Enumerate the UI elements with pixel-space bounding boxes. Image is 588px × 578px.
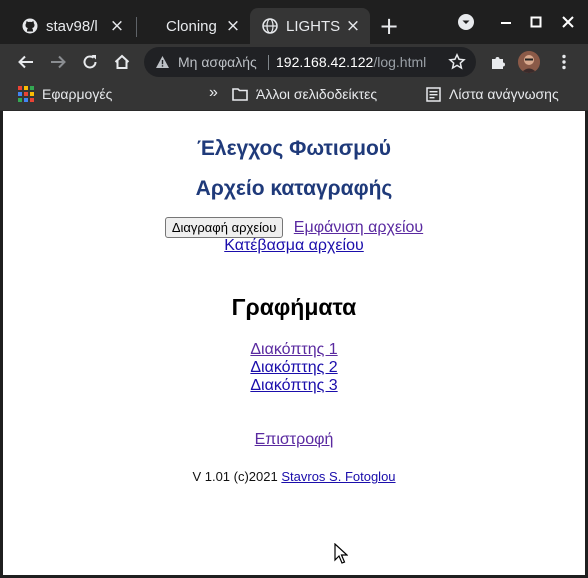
divider <box>268 55 269 70</box>
maximize-icon <box>530 16 542 28</box>
chevron-down-icon <box>458 14 474 30</box>
close-icon[interactable]: × <box>108 17 126 35</box>
github-icon <box>22 18 38 34</box>
back-row: Επιστροφή <box>3 431 585 449</box>
url-text[interactable]: 192.168.42.122/log.html <box>276 54 426 70</box>
close-icon[interactable]: × <box>224 17 242 35</box>
address-bar[interactable]: Μη ασφαλής 192.168.42.122/log.html <box>144 47 476 77</box>
tab-github[interactable]: stav98/l × <box>10 8 134 44</box>
tab-lights[interactable]: LIGHTS × <box>250 8 370 44</box>
footer-version: V 1.01 (c)2021 <box>192 469 278 484</box>
bookmark-label: Εφαρμογές <box>42 86 113 102</box>
reading-list[interactable]: Λίστα ανάγνωσης <box>426 86 559 102</box>
reading-list-icon <box>426 86 441 102</box>
tab-title: LIGHTS <box>286 17 341 35</box>
security-label[interactable]: Μη ασφαλής <box>178 54 257 70</box>
extensions-button[interactable] <box>486 50 510 74</box>
reload-button[interactable] <box>78 50 102 74</box>
switch-3-link[interactable]: Διακόπτης 3 <box>250 377 337 394</box>
tab-separator <box>136 17 137 37</box>
download-row: Κατέβασμα αρχείου <box>3 237 585 255</box>
puzzle-icon <box>492 57 505 69</box>
tab-cloning[interactable]: Cloning × <box>138 8 250 44</box>
switch-2-link[interactable]: Διακόπτης 2 <box>250 359 337 376</box>
warning-icon <box>156 56 169 68</box>
download-file-link[interactable]: Κατέβασμα αρχείου <box>224 237 364 254</box>
switch-1-link[interactable]: Διακόπτης 1 <box>250 341 337 358</box>
apps-grid-icon <box>18 86 34 102</box>
bookmarks-overflow-button[interactable]: » <box>209 84 218 102</box>
forward-button[interactable] <box>46 50 70 74</box>
page-title: Έλεγχος Φωτισμού <box>196 137 391 160</box>
bookmarks-bar: Εφαρμογές » Άλλοι σελιδοδείκτες Λίστα αν… <box>0 80 588 111</box>
more-vert-icon <box>562 54 566 70</box>
profile-icon <box>518 51 540 73</box>
star-icon[interactable] <box>448 53 466 71</box>
minimize-button[interactable] <box>496 12 516 32</box>
tab-search-button[interactable] <box>456 12 476 32</box>
show-file-link[interactable]: Εμφάνιση αρχείου <box>294 219 423 236</box>
close-icon <box>562 16 574 28</box>
mouse-cursor-icon <box>334 543 348 564</box>
globe-icon <box>262 18 278 34</box>
file-actions-row: Διαγραφή αρχείου Εμφάνιση αρχείου <box>3 217 585 238</box>
tab-strip: stav98/l × Cloning × LIGHTS × + <box>0 0 588 44</box>
footer: V 1.01 (c)2021 Stavros S. Fotoglou <box>3 469 585 484</box>
tab-title: Cloning <box>166 17 217 35</box>
menu-button[interactable] <box>552 50 576 74</box>
close-icon[interactable]: × <box>344 17 362 35</box>
new-tab-button[interactable]: + <box>378 14 400 38</box>
toolbar: Μη ασφαλής 192.168.42.122/log.html <box>0 44 588 80</box>
maximize-button[interactable] <box>526 12 546 32</box>
switch-links: Διακόπτης 1 Διακόπτης 2 Διακόπτης 3 <box>3 341 585 395</box>
tab-title: stav98/l <box>46 17 98 35</box>
author-link[interactable]: Stavros S. Fotoglou <box>281 469 395 484</box>
delete-file-button[interactable]: Διαγραφή αρχείου <box>164 217 284 238</box>
url-path: /log.html <box>373 54 427 70</box>
graphs-heading: Γραφήματα <box>231 294 357 320</box>
page-content: Έλεγχος Φωτισμού Αρχείο καταγραφής Διαγρ… <box>3 111 585 575</box>
back-button[interactable] <box>14 50 38 74</box>
back-link[interactable]: Επιστροφή <box>255 431 334 448</box>
reload-icon <box>83 55 97 69</box>
bookmark-label: Άλλοι σελιδοδείκτες <box>256 86 378 102</box>
home-icon <box>114 54 130 69</box>
url-host: 192.168.42.122 <box>276 54 374 70</box>
arrow-left-icon <box>18 55 33 69</box>
bookmark-label: Λίστα ανάγνωσης <box>449 86 559 102</box>
bookmark-apps[interactable]: Εφαρμογές <box>18 86 112 102</box>
bookmark-other[interactable]: Άλλοι σελιδοδείκτες <box>232 86 377 102</box>
minimize-icon <box>501 22 511 24</box>
home-button[interactable] <box>110 50 134 74</box>
close-window-button[interactable] <box>558 12 578 32</box>
page-subtitle: Αρχείο καταγραφής <box>195 177 393 200</box>
folder-icon <box>232 88 248 101</box>
arrow-right-icon <box>51 55 66 69</box>
avatar[interactable] <box>518 51 540 73</box>
